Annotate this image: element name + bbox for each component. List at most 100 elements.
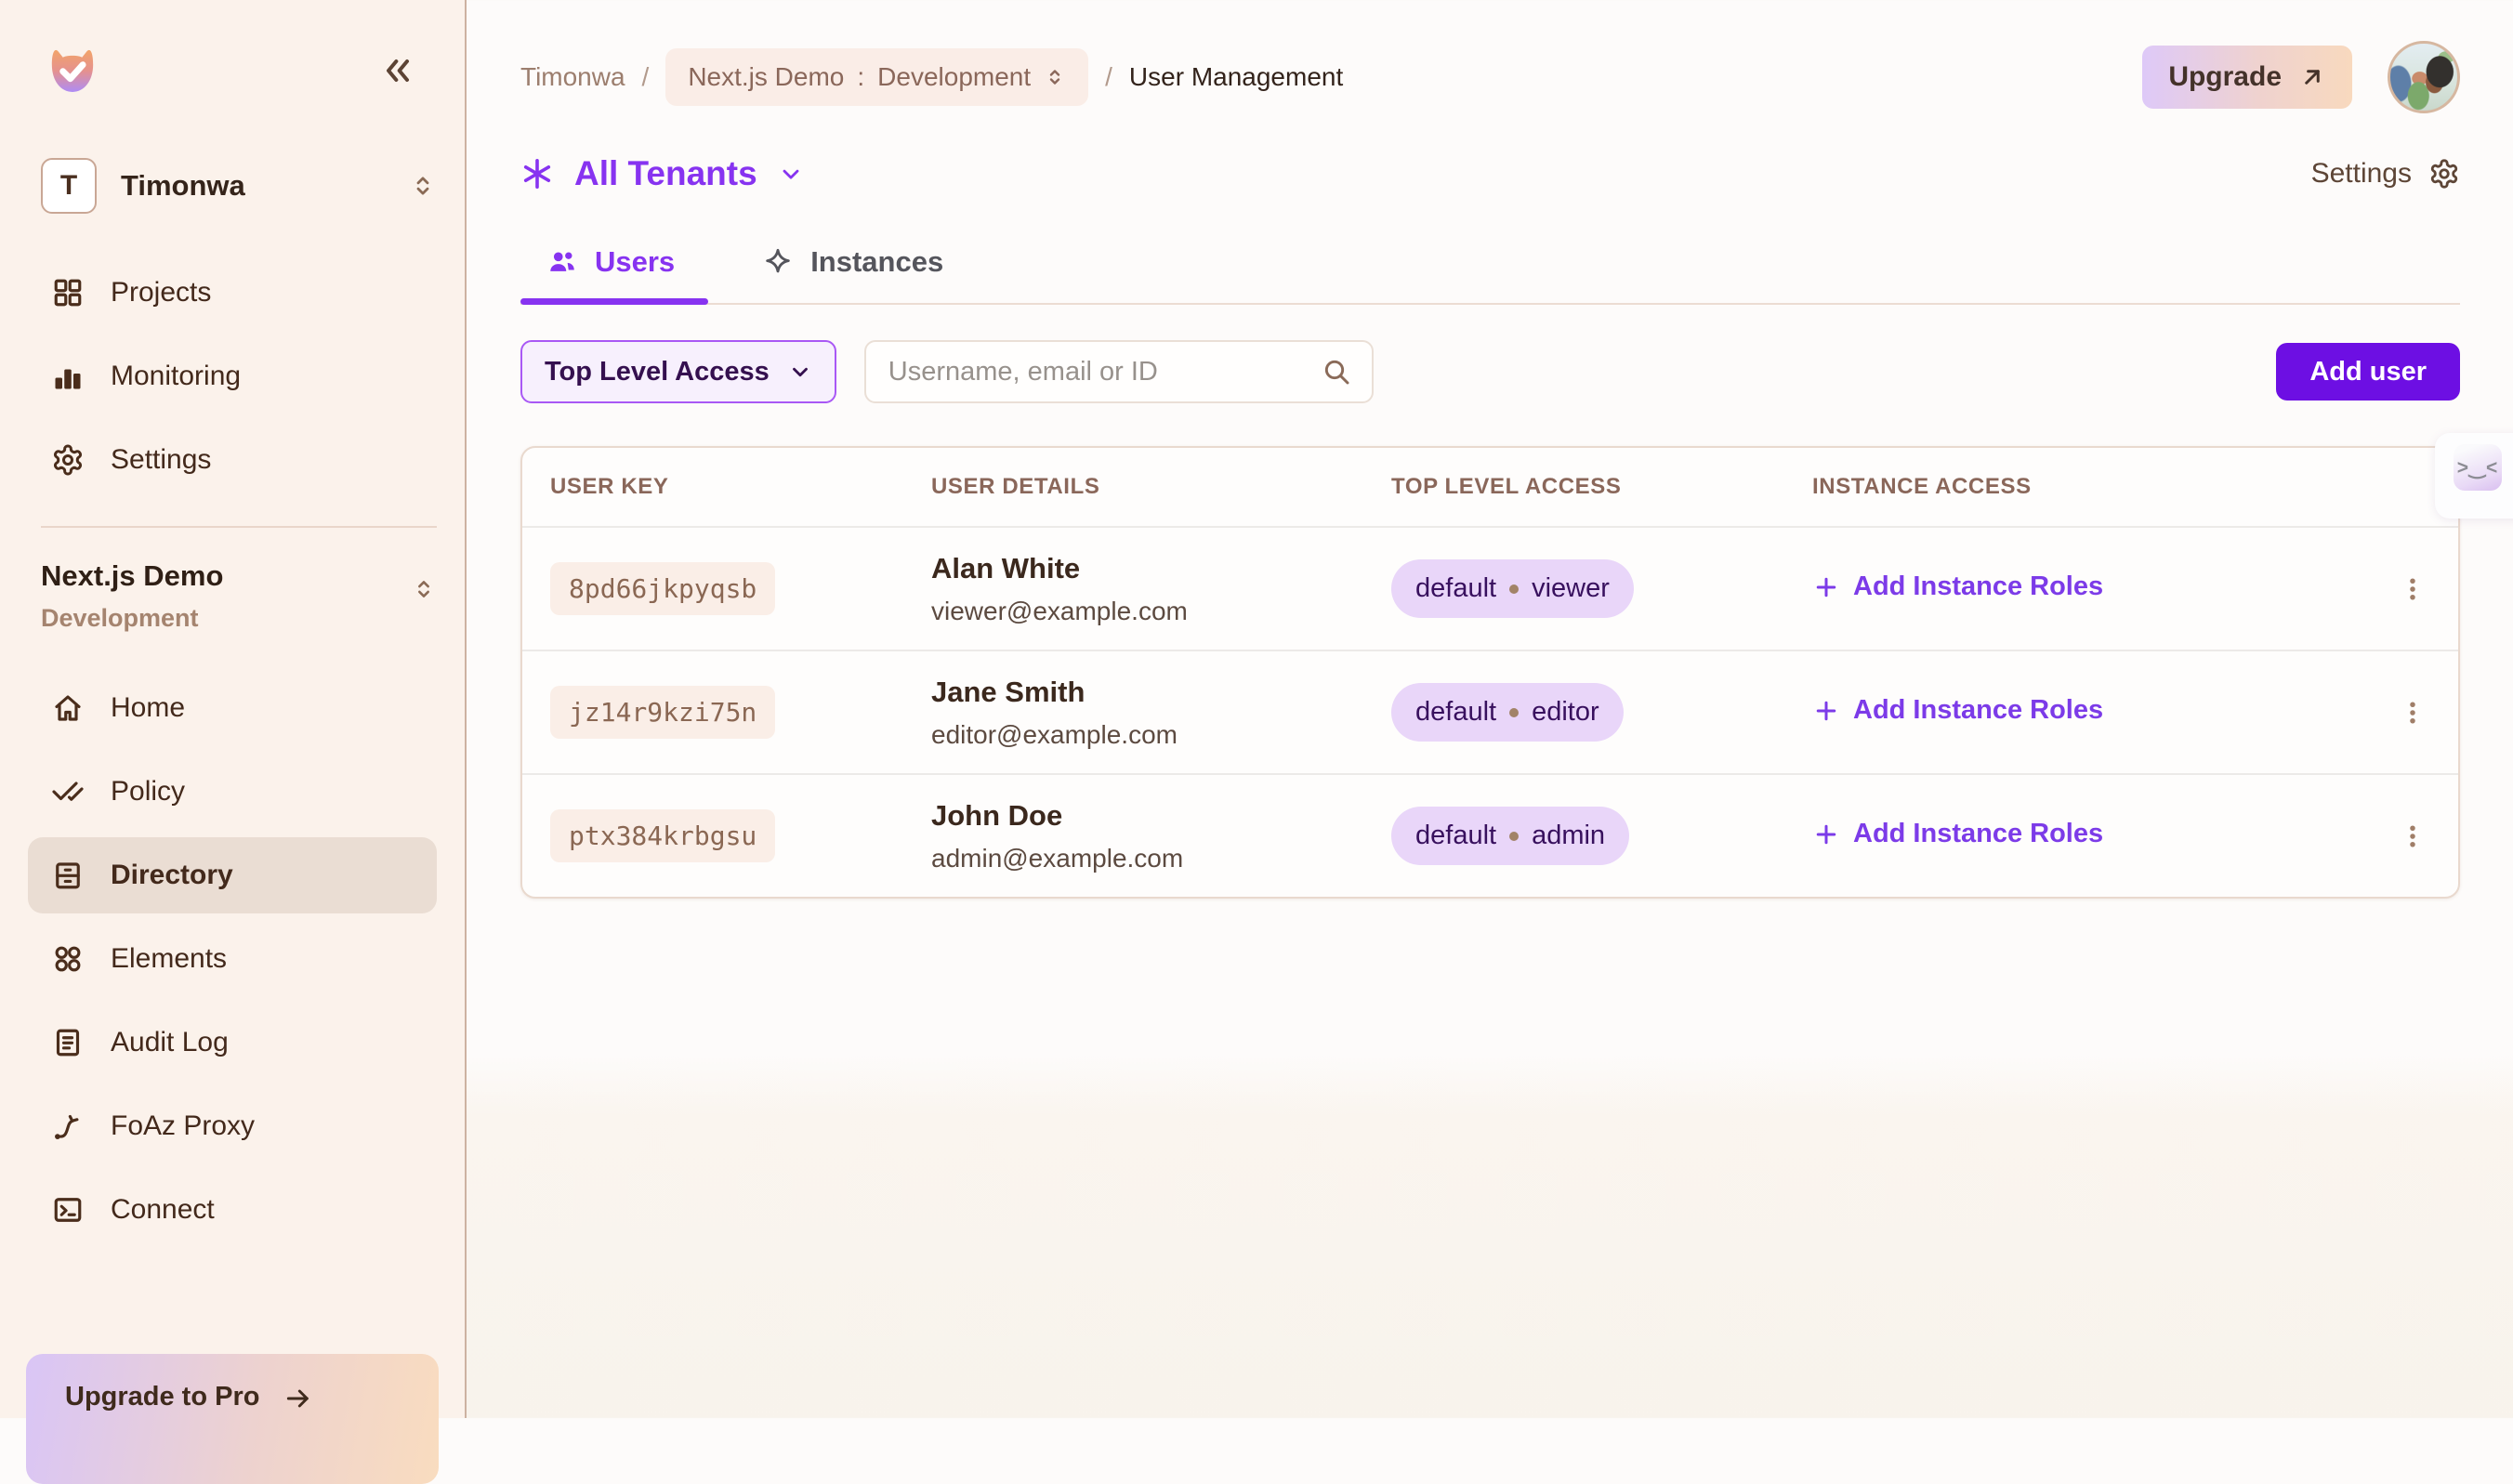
column-header-user-details: USER DETAILS — [903, 474, 1363, 500]
project-name: Next.js Demo — [41, 559, 411, 593]
settings-label: Settings — [2311, 158, 2412, 190]
users-icon — [546, 246, 578, 278]
user-avatar[interactable] — [2388, 41, 2460, 113]
sidebar-item-directory[interactable]: Directory — [28, 837, 437, 913]
project-environment: Development — [41, 604, 411, 633]
row-menu-kebab-icon[interactable] — [2393, 693, 2432, 732]
chevrons-up-down-icon — [1044, 66, 1066, 88]
project-nav: Home Policy Directory E — [0, 670, 465, 1248]
breadcrumb-project: Next.js Demo — [688, 62, 844, 92]
upgrade-label: Upgrade — [2168, 61, 2282, 93]
search-icon[interactable] — [1322, 357, 1351, 387]
page-settings-link[interactable]: Settings — [2311, 158, 2460, 190]
top-level-access-badge[interactable]: default admin — [1391, 807, 1629, 865]
sidebar-item-label: Monitoring — [111, 361, 241, 392]
org-name: Timonwa — [121, 169, 409, 203]
gear-icon — [51, 443, 85, 477]
breadcrumb-environment: Development — [877, 62, 1031, 92]
user-name: Jane Smith — [931, 676, 1363, 709]
user-name: Alan White — [931, 552, 1363, 585]
users-table: USER KEY USER DETAILS TOP LEVEL ACCESS I… — [520, 446, 2460, 899]
sidebar-item-audit-log[interactable]: Audit Log — [28, 1005, 437, 1081]
user-email: admin@example.com — [931, 844, 1363, 873]
grid-icon — [51, 276, 85, 309]
sidebar-item-monitoring[interactable]: Monitoring — [28, 338, 437, 414]
cabinet-icon — [51, 859, 85, 892]
row-menu-kebab-icon[interactable] — [2393, 817, 2432, 856]
top-level-access-badge[interactable]: default editor — [1391, 683, 1624, 742]
route-arrow-icon — [51, 1110, 85, 1143]
main-content: Timonwa / Next.js Demo : Development / U… — [467, 0, 2513, 1418]
breadcrumb: Timonwa / Next.js Demo : Development / U… — [520, 48, 1343, 106]
arrow-up-right-icon — [2298, 63, 2326, 91]
access-tenant: default — [1415, 821, 1496, 851]
terminal-icon — [51, 1193, 85, 1227]
org-avatar: T — [41, 158, 97, 214]
add-instance-roles-button[interactable]: Add Instance Roles — [1812, 571, 2103, 602]
gear-icon — [2428, 158, 2460, 190]
user-key[interactable]: jz14r9kzi75n — [550, 686, 775, 739]
breadcrumb-separator: / — [642, 62, 650, 92]
dot-separator — [1509, 832, 1519, 841]
filter-label: Top Level Access — [545, 357, 770, 387]
column-header-instance-access: INSTANCE ACCESS — [1784, 474, 2365, 500]
tab-instances[interactable]: Instances — [736, 245, 977, 303]
sidebar-collapse-icon[interactable] — [379, 52, 416, 89]
app-logo-icon — [37, 35, 108, 106]
add-instance-roles-button[interactable]: Add Instance Roles — [1812, 819, 2103, 849]
sparkle-icon — [762, 246, 794, 278]
sidebar-item-label: Home — [111, 692, 185, 724]
bar-chart-icon — [51, 360, 85, 393]
tab-bar: Users Instances — [520, 245, 2460, 305]
upgrade-button[interactable]: Upgrade — [2142, 46, 2352, 109]
sidebar-item-policy[interactable]: Policy — [28, 754, 437, 830]
sidebar-item-label: Connect — [111, 1194, 215, 1226]
mascot-face-toggle[interactable]: >‿< — [2454, 444, 2502, 491]
add-user-button[interactable]: Add user — [2276, 343, 2460, 401]
circles-icon — [51, 942, 85, 976]
row-menu-kebab-icon[interactable] — [2393, 570, 2432, 609]
breadcrumb-project-env-selector[interactable]: Next.js Demo : Development — [665, 48, 1088, 106]
user-key[interactable]: 8pd66jkpyqsb — [550, 562, 775, 615]
add-instance-roles-button[interactable]: Add Instance Roles — [1812, 695, 2103, 726]
sidebar-item-projects[interactable]: Projects — [28, 255, 437, 331]
chevron-down-icon — [788, 360, 812, 384]
breadcrumb-org[interactable]: Timonwa — [520, 62, 625, 92]
sidebar-item-home[interactable]: Home — [28, 670, 437, 746]
tab-users[interactable]: Users — [520, 245, 708, 303]
org-switcher[interactable]: T Timonwa — [41, 158, 437, 214]
file-text-icon — [51, 1026, 85, 1059]
sidebar-item-label: Directory — [111, 860, 233, 891]
sidebar-item-label: FoAz Proxy — [111, 1110, 255, 1142]
sidebar-item-label: Projects — [111, 277, 211, 309]
project-switcher[interactable]: Next.js Demo Development — [41, 526, 437, 633]
sidebar-item-foaz-proxy[interactable]: FoAz Proxy — [28, 1088, 437, 1164]
search-input[interactable] — [887, 356, 1322, 388]
breadcrumb-page: User Management — [1129, 62, 1343, 92]
sidebar-item-elements[interactable]: Elements — [28, 921, 437, 997]
access-role: admin — [1532, 821, 1605, 851]
top-level-access-filter[interactable]: Top Level Access — [520, 340, 836, 403]
sidebar-item-settings[interactable]: Settings — [28, 422, 437, 498]
add-instance-roles-label: Add Instance Roles — [1853, 819, 2103, 849]
sidebar-item-connect[interactable]: Connect — [28, 1172, 437, 1248]
user-key[interactable]: ptx384krbgsu — [550, 809, 775, 862]
access-role: viewer — [1532, 573, 1610, 604]
access-tenant: default — [1415, 573, 1496, 604]
upgrade-to-pro-button[interactable]: Upgrade to Pro — [26, 1354, 439, 1484]
dot-separator — [1509, 584, 1519, 594]
breadcrumb-separator: / — [1105, 62, 1112, 92]
table-row: jz14r9kzi75n Jane Smith editor@example.c… — [522, 651, 2458, 775]
chevron-down-icon — [778, 161, 804, 187]
user-name: John Doe — [931, 799, 1363, 833]
check-check-icon — [51, 775, 85, 808]
dot-separator — [1509, 708, 1519, 717]
upgrade-to-pro-label: Upgrade to Pro — [65, 1382, 259, 1412]
tenant-selector[interactable]: All Tenants — [520, 154, 804, 193]
sidebar-item-label: Audit Log — [111, 1027, 229, 1058]
table-row: 8pd66jkpyqsb Alan White viewer@example.c… — [522, 528, 2458, 651]
floating-helper-panel: >‿< — [2435, 433, 2513, 519]
top-level-access-badge[interactable]: default viewer — [1391, 559, 1634, 618]
tab-label: Instances — [810, 245, 943, 279]
plus-icon — [1812, 697, 1840, 725]
